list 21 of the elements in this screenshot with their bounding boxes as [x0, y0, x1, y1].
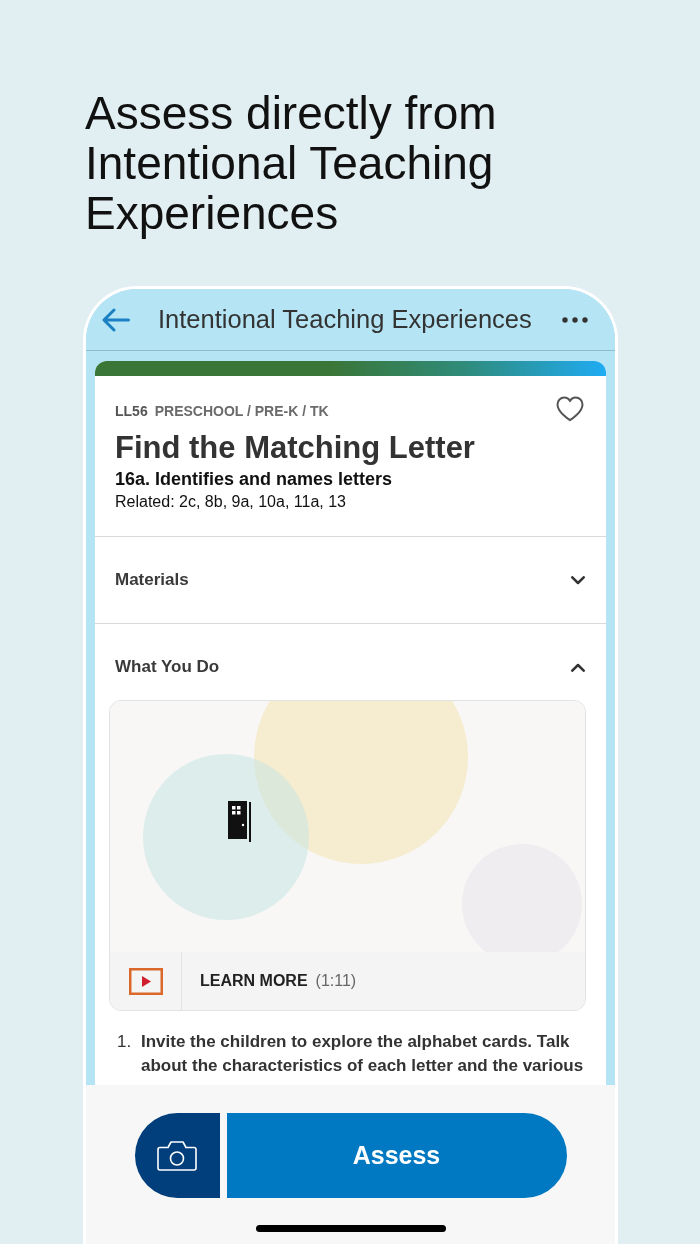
play-icon[interactable] — [128, 967, 163, 995]
objective: 16a. Identifies and names letters — [115, 468, 394, 491]
related-objectives: Related: 2c, 8b, 9a, 10a, 11a, 13 — [115, 492, 347, 512]
accordion-header[interactable]: Materials — [95, 537, 606, 623]
back-arrow-icon[interactable] — [102, 307, 130, 332]
camera-button[interactable] — [134, 1113, 220, 1198]
assess-button[interactable]: Assess — [226, 1113, 567, 1198]
activity-code: LL56 — [115, 402, 148, 421]
step-text: Invite the children to explore the alphabet cards. Talk about the characteristics of each letter and the various — [141, 1031, 585, 1077]
video-thumbnail-drawing[interactable] — [110, 701, 585, 952]
learn-more-button[interactable]: LEARN MORE — [200, 972, 308, 990]
step-number: 1. — [117, 1031, 133, 1053]
camera-icon — [157, 1140, 197, 1171]
more-icon[interactable] — [562, 316, 588, 323]
video-duration: (1:11) — [315, 972, 357, 990]
heart-icon[interactable] — [556, 396, 584, 422]
accordion-header[interactable]: What You Do — [95, 624, 606, 700]
headline: Assess directly from Intentional Teaching Experiences — [85, 88, 498, 238]
activity-title: Find the Matching Letter — [115, 429, 476, 467]
grade-level-label: PRESCHOOL / PRE-K / TK — [154, 402, 329, 421]
app-bar-title: Intentional Teaching Experiences — [158, 305, 532, 334]
